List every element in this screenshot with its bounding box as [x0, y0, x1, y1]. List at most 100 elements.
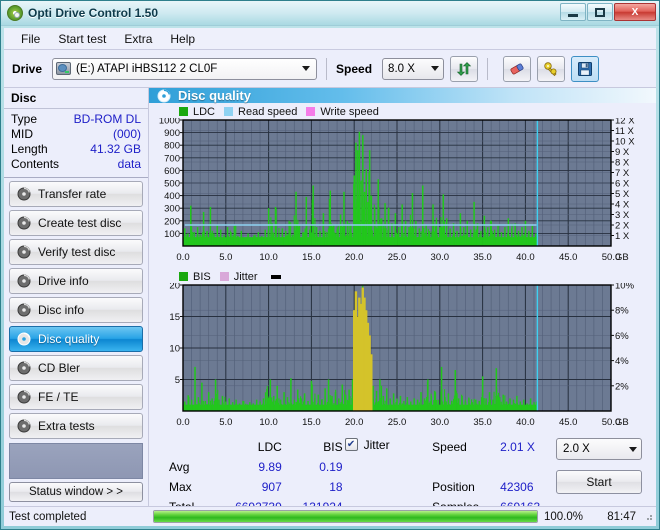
- legend-swatch-write-speed: [306, 107, 316, 116]
- svg-text:12 X: 12 X: [615, 118, 635, 127]
- jitter-label: Jitter: [363, 438, 390, 452]
- erase-button[interactable]: [503, 55, 532, 82]
- resize-grip[interactable]: [644, 512, 654, 522]
- content-area: Disc Type BD-ROM DL MID (000) Length 41.…: [4, 88, 656, 514]
- test-speed-select[interactable]: 2.0 X: [556, 438, 642, 460]
- svg-text:700: 700: [164, 153, 180, 164]
- svg-text:35.0: 35.0: [473, 252, 492, 263]
- disc-info-key: MID: [11, 127, 33, 141]
- menu-extra[interactable]: Extra: [115, 30, 161, 48]
- svg-text:20.0: 20.0: [345, 252, 364, 263]
- svg-text:45.0: 45.0: [559, 252, 578, 263]
- disc-icon: [17, 274, 31, 288]
- svg-text:15: 15: [169, 312, 180, 323]
- svg-text:5 X: 5 X: [615, 189, 630, 200]
- minimize-button[interactable]: [560, 3, 586, 21]
- test-speed-value: 2.0 X: [563, 443, 590, 455]
- toolbar-separator-2: [487, 57, 489, 80]
- disc-info-value: 41.32 GB: [90, 142, 141, 156]
- sidebar-item-extra-tests[interactable]: Extra tests: [9, 413, 143, 439]
- sidebar-item-transfer-rate[interactable]: Transfer rate: [9, 181, 143, 207]
- svg-text:300: 300: [164, 204, 180, 215]
- minimize-icon: [568, 13, 578, 17]
- svg-text:8 X: 8 X: [615, 158, 630, 169]
- disc-info-key: Contents: [11, 157, 60, 171]
- avg-bis-value: 0.19: [319, 460, 343, 474]
- svg-text:11 X: 11 X: [615, 126, 635, 137]
- status-message: Test completed: [9, 510, 87, 523]
- speed-select-value: 8.0 X: [388, 62, 415, 75]
- top-chart-legend: LDC Read speed Write speed: [153, 105, 652, 118]
- drive-select[interactable]: (E:) ATAPI iHBS112 2 CL0F: [52, 57, 318, 80]
- svg-text:GB: GB: [615, 417, 629, 428]
- max-bis-value: 18: [329, 480, 343, 494]
- svg-text:30.0: 30.0: [431, 252, 450, 263]
- progress-percent: 100.0%: [544, 510, 584, 523]
- legend-label-write-speed: Write speed: [320, 105, 379, 118]
- sidebar-item-label: FE / TE: [38, 390, 79, 404]
- navigation-list: Transfer rate Create test disc Verify te…: [4, 178, 148, 439]
- charts-area: LDC Read speed Write speed 100 200 300 400 5…: [149, 103, 656, 433]
- menu-bar: File Start test Extra Help: [4, 28, 656, 50]
- refresh-button[interactable]: [450, 55, 479, 82]
- table-row: Max 907 18: [169, 478, 343, 496]
- status-window-button[interactable]: Status window > >: [9, 482, 143, 502]
- bottom-chart[interactable]: 5 10 15 20 2% 4% 6% 8% 10% 0.0 5.0 10.0 15.0 20.0 25.0…: [153, 283, 652, 433]
- app-icon: [7, 5, 23, 21]
- sidebar-item-label: CD Bler: [38, 361, 81, 375]
- eraser-icon: [510, 63, 524, 74]
- disc-info-value: BD-ROM DL: [73, 112, 141, 126]
- menu-start-test[interactable]: Start test: [49, 30, 115, 48]
- speed-stat-label: Speed: [432, 440, 467, 454]
- tools-button[interactable]: [537, 55, 566, 82]
- svg-text:10%: 10%: [615, 283, 635, 292]
- sidebar-item-verify-test-disc[interactable]: Verify test disc: [9, 239, 143, 265]
- disc-section-header: Disc: [4, 88, 148, 109]
- svg-text:25.0: 25.0: [388, 417, 407, 428]
- disc-quality-icon: [157, 89, 171, 103]
- svg-text:1 X: 1 X: [615, 231, 630, 242]
- svg-text:20: 20: [169, 283, 180, 292]
- sidebar-filler: [9, 443, 143, 479]
- svg-text:2 X: 2 X: [615, 221, 630, 232]
- speed-select[interactable]: 8.0 X: [382, 57, 445, 80]
- svg-text:5.0: 5.0: [219, 252, 232, 263]
- svg-text:600: 600: [164, 166, 180, 177]
- sidebar-item-label: Create test disc: [38, 216, 122, 230]
- sidebar-item-disc-info[interactable]: Disc info: [9, 297, 143, 323]
- svg-text:500: 500: [164, 179, 180, 190]
- svg-text:10 X: 10 X: [615, 137, 635, 148]
- chevron-down-icon: [427, 59, 443, 79]
- legend-label-jitter: Jitter: [233, 270, 258, 283]
- row-label-avg: Avg: [169, 460, 190, 474]
- maximize-button[interactable]: [587, 3, 613, 21]
- svg-text:35.0: 35.0: [473, 417, 492, 428]
- sidebar-item-drive-info[interactable]: Drive info: [9, 268, 143, 294]
- sidebar-item-fe-te[interactable]: FE / TE: [9, 384, 143, 410]
- refresh-icon: [456, 61, 472, 76]
- progress-bar-fill: [154, 511, 537, 522]
- jitter-checkbox[interactable]: ✔: [344, 438, 358, 451]
- disc-icon: [17, 332, 31, 346]
- row-label-max: Max: [169, 480, 192, 494]
- close-button[interactable]: X: [614, 3, 656, 21]
- table-header-row: LDC BIS: [169, 438, 343, 456]
- top-chart[interactable]: 100 200 300 400 500 600 700 800 900 1000 1 X2 X3 X…: [153, 118, 652, 268]
- menu-file[interactable]: File: [12, 30, 49, 48]
- menu-help[interactable]: Help: [161, 30, 204, 48]
- svg-text:9 X: 9 X: [615, 147, 630, 158]
- sidebar-item-disc-quality[interactable]: Disc quality: [9, 326, 143, 352]
- svg-text:400: 400: [164, 191, 180, 202]
- svg-text:4 X: 4 X: [615, 200, 630, 211]
- disc-info-key: Type: [11, 112, 38, 126]
- panel-title: Disc quality: [178, 88, 251, 103]
- tools-icon: [544, 61, 557, 76]
- svg-text:100: 100: [164, 229, 180, 240]
- sidebar-item-cd-bler[interactable]: CD Bler: [9, 355, 143, 381]
- speed-row: Speed 2.01 X: [431, 438, 541, 456]
- svg-text:20.0: 20.0: [345, 417, 364, 428]
- sidebar-item-create-test-disc[interactable]: Create test disc: [9, 210, 143, 236]
- table-row: Avg 9.89 0.19: [169, 458, 343, 476]
- save-button[interactable]: [571, 55, 600, 82]
- start-button[interactable]: Start: [556, 470, 642, 494]
